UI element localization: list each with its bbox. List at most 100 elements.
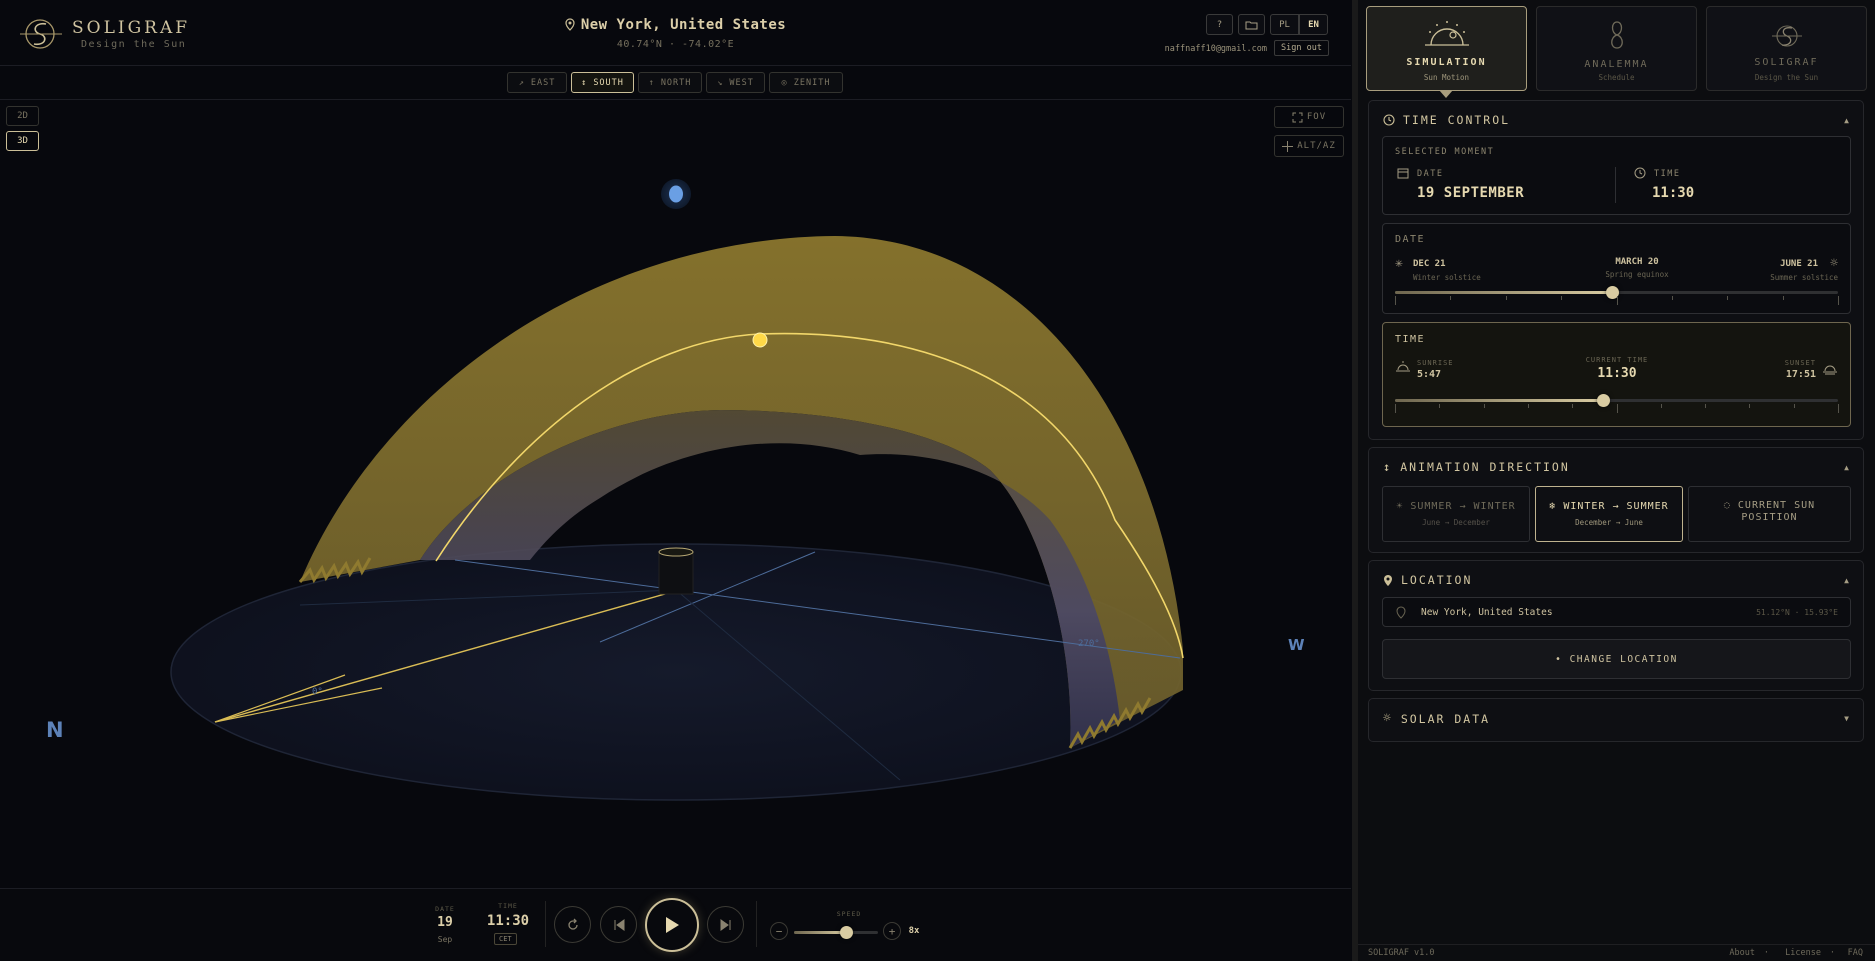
date-slider[interactable] [1395, 286, 1838, 299]
change-location-button[interactable]: • CHANGE LOCATION [1382, 639, 1851, 679]
view-north-button[interactable]: ↑ NORTH [638, 72, 702, 93]
solar-data-header[interactable]: ☼ SOLAR DATA [1383, 711, 1490, 726]
time-section-title: TIME [1395, 334, 1426, 345]
speed-slider[interactable] [794, 926, 878, 939]
azimuth-label: 270° [1078, 639, 1100, 649]
main-viewport: 270° 0° N W SOLIGRAF Design the Sun New … [0, 0, 1351, 961]
step-forward-button[interactable] [707, 906, 744, 943]
sun-path-scene[interactable]: 270° 0° [0, 0, 1351, 888]
about-link[interactable]: About [1729, 948, 1755, 958]
tab-soligraf-subtitle: Design the Sun [1754, 73, 1819, 82]
selected-time-value: 11:30 [1652, 185, 1695, 201]
version-label: SOLIGRAF v1.0 [1368, 948, 1435, 958]
faq-link[interactable]: FAQ [1848, 948, 1863, 958]
sunrise-label: SUNRISE [1417, 359, 1454, 367]
reset-icon [567, 918, 578, 930]
selected-moment-card: SELECTED MOMENT DATE 19 SEPTEMBER TIME 1… [1382, 136, 1851, 215]
month-value: Sep [437, 935, 453, 944]
summer-to-winter-button[interactable]: ☀ SUMMER → WINTER June → December [1382, 486, 1530, 542]
mode-2d-button[interactable]: 2D [6, 106, 39, 126]
time-slider-handle[interactable] [1597, 394, 1610, 407]
slider-tick [1749, 404, 1750, 408]
grid-icon [1282, 140, 1294, 152]
solar-data-panel[interactable]: ☼ SOLAR DATA ▼ [1368, 698, 1864, 742]
soligraf-logo-icon [1771, 25, 1802, 47]
time-control-title: TIME CONTROL [1403, 113, 1511, 127]
location-panel-title: LOCATION [1401, 573, 1473, 587]
step-back-button[interactable] [600, 906, 637, 943]
current-location-row: New York, United States 51.12°N · 15.93°… [1382, 597, 1851, 627]
current-sun-position-button[interactable]: ◌ CURRENT SUN POSITION [1688, 486, 1851, 542]
lang-pl-button[interactable]: PL [1270, 14, 1299, 35]
sun-marker[interactable] [752, 332, 768, 348]
target-icon: ◌ [1723, 500, 1738, 511]
play-button[interactable] [645, 898, 699, 952]
speed-label: SPEED [836, 910, 862, 918]
view-west-button[interactable]: ↘ WEST [706, 72, 765, 93]
help-button[interactable]: ? [1206, 14, 1233, 35]
compass-west: W [1288, 636, 1305, 654]
sunset-value: 17:51 [1785, 369, 1816, 380]
altaz-button[interactable]: ALT/AZ [1274, 135, 1344, 157]
folder-button[interactable] [1238, 14, 1265, 35]
collapse-caret-icon[interactable]: ▲ [1844, 116, 1849, 125]
skip-back-icon [614, 918, 624, 931]
current-time-label: CURRENT TIME [1585, 356, 1649, 364]
expand-caret-icon[interactable]: ▼ [1844, 714, 1849, 723]
current-location-name: New York, United States [1421, 607, 1553, 618]
calendar-icon [1397, 168, 1409, 179]
spring-equinox-label: MARCH 20 [1615, 257, 1659, 267]
slider-tick [1672, 296, 1673, 300]
summer-solstice-label: JUNE 21 [1780, 259, 1818, 269]
sunset-icon [1823, 365, 1837, 375]
fov-button[interactable]: FOV [1274, 106, 1344, 128]
analemma-icon [1610, 21, 1623, 49]
clock-icon [1634, 167, 1646, 179]
winter-solstice-label: DEC 21 [1413, 259, 1446, 269]
moon-marker[interactable] [669, 185, 683, 203]
tab-analemma-title: ANALEMMA [1584, 59, 1649, 70]
tab-analemma-subtitle: Schedule [1598, 73, 1635, 82]
mode-3d-button[interactable]: 3D [6, 131, 39, 151]
location-header[interactable]: LOCATION [1383, 573, 1472, 587]
view-east-button[interactable]: ↗ EAST [507, 72, 567, 93]
time-slider-card: TIME SUNRISE 5:47 CURRENT TIME 11:30 SUN… [1382, 322, 1851, 427]
collapse-caret-icon[interactable]: ▲ [1844, 576, 1849, 585]
tab-analemma[interactable]: ANALEMMA Schedule [1536, 6, 1697, 91]
speed-decrease-button[interactable]: − [770, 922, 788, 940]
speed-value: 8x [908, 926, 920, 936]
license-link[interactable]: License [1785, 948, 1821, 958]
sun-icon: ☼ [1830, 256, 1838, 271]
map-pin-icon [565, 18, 575, 31]
top-bar: SOLIGRAF Design the Sun New York, United… [0, 0, 1351, 66]
speed-slider-handle[interactable] [840, 926, 853, 939]
lang-en-button[interactable]: EN [1299, 14, 1328, 35]
winter-to-summer-sub: December → June [1575, 518, 1643, 527]
slider-tick [1561, 296, 1562, 300]
solar-data-title: SOLAR DATA [1400, 711, 1491, 726]
altaz-label: ALT/AZ [1297, 141, 1336, 151]
slider-tick [1450, 296, 1451, 300]
compass-north: N [46, 718, 64, 742]
view-south-button[interactable]: ↕ SOUTH [571, 72, 634, 93]
sunset-label: SUNSET [1784, 359, 1816, 367]
summer-to-winter-label: ☀ SUMMER → WINTER [1396, 501, 1516, 512]
animation-direction-panel: ↕ ANIMATION DIRECTION ▲ ☀ SUMMER → WINTE… [1368, 447, 1864, 553]
reset-button[interactable] [554, 906, 591, 943]
winter-to-summer-button[interactable]: ❄ WINTER → SUMMER December → June [1535, 486, 1683, 542]
timezone-badge: CET [494, 933, 517, 945]
speed-increase-button[interactable]: + [883, 922, 901, 940]
location-panel: LOCATION ▲ New York, United States 51.12… [1368, 560, 1864, 691]
sun-icon: ☼ [1383, 711, 1393, 726]
winter-to-summer-label: ❄ WINTER → SUMMER [1549, 501, 1669, 512]
tab-soligraf[interactable]: SOLIGRAF Design the Sun [1706, 6, 1867, 91]
gnomon [658, 547, 694, 595]
sign-out-button[interactable]: Sign out [1274, 40, 1329, 56]
collapse-caret-icon[interactable]: ▲ [1844, 463, 1849, 472]
view-zenith-button[interactable]: ◎ ZENITH [769, 72, 843, 93]
time-control-header[interactable]: TIME CONTROL [1383, 113, 1510, 127]
tab-simulation[interactable]: SIMULATION Sun Motion [1366, 6, 1527, 91]
slider-tick [1838, 404, 1839, 413]
animation-direction-header[interactable]: ↕ ANIMATION DIRECTION [1383, 460, 1570, 474]
time-slider[interactable] [1395, 394, 1838, 407]
